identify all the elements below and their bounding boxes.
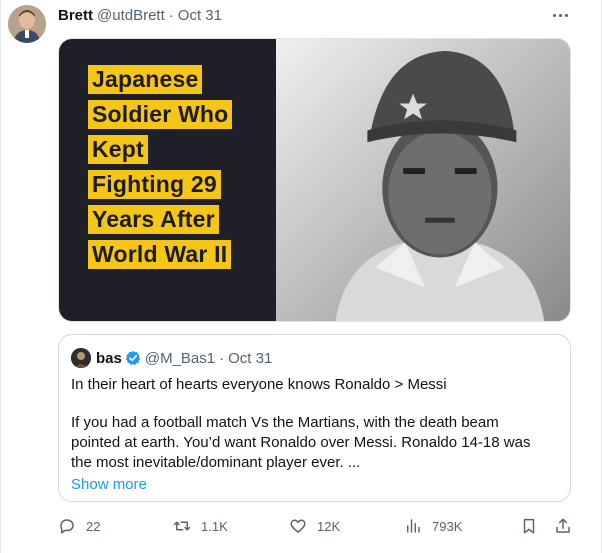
repost-icon — [173, 521, 191, 531]
reply-button[interactable]: 22 — [58, 514, 100, 538]
reply-count: 22 — [86, 518, 101, 534]
views-chart-icon — [407, 519, 420, 533]
author-avatar[interactable] — [8, 5, 46, 43]
like-count: 12K — [317, 518, 341, 534]
headline-line: Fighting 29 — [88, 170, 221, 199]
headline-line: Soldier Who — [88, 100, 233, 129]
headline-line: Japanese — [88, 65, 203, 94]
quote-author-avatar[interactable] — [71, 348, 91, 368]
share-icon — [556, 518, 570, 533]
tweet-date[interactable]: Oct 31 — [178, 7, 222, 24]
soldier-portrait-photo — [276, 39, 570, 321]
headline-line: Kept — [88, 135, 148, 164]
repost-count: 1.1K — [201, 518, 228, 534]
repost-button[interactable]: 1.1K — [173, 514, 228, 538]
quote-date[interactable]: Oct 31 — [228, 350, 272, 367]
quote-paragraph: If you had a football match Vs the Marti… — [71, 414, 531, 471]
headline-line: Years After — [88, 205, 219, 234]
quoted-tweet[interactable]: bas @M_Bas1 · Oct 31 In their heart of h… — [58, 334, 571, 502]
media-headline-panel: Japanese Soldier Who Kept Fighting 29 Ye… — [59, 39, 276, 321]
bookmark-icon — [523, 518, 535, 534]
tweet-card: Brett @utdBrett · Oct 31 Japanese Soldie… — [0, 0, 602, 553]
author-handle[interactable]: @utdBrett — [97, 7, 165, 24]
views-button[interactable]: 793K — [404, 514, 462, 538]
views-count: 793K — [432, 518, 463, 534]
header-separator: · — [168, 6, 174, 24]
tweet-media-image[interactable]: Japanese Soldier Who Kept Fighting 29 Ye… — [58, 38, 571, 322]
tweet-actions-bar: 22 1.1K 12K 793K — [58, 514, 578, 538]
quote-author-handle[interactable]: @M_Bas1 — [145, 350, 215, 367]
heart-icon — [290, 519, 306, 533]
share-button[interactable] — [554, 514, 572, 538]
headline-line: World War II — [88, 240, 232, 269]
more-icon[interactable] — [549, 6, 571, 24]
author-name[interactable]: Brett — [58, 7, 93, 24]
tweet-header: Brett @utdBrett · Oct 31 — [58, 4, 222, 26]
like-button[interactable]: 12K — [289, 514, 340, 538]
reply-icon — [60, 519, 74, 534]
quote-header-separator: · — [219, 349, 225, 367]
show-more-link[interactable]: Show more — [71, 475, 558, 495]
quote-body: In their heart of hearts everyone knows … — [71, 375, 558, 495]
quote-header: bas @M_Bas1 · Oct 31 — [71, 347, 558, 369]
bookmark-button[interactable] — [520, 514, 538, 538]
verified-badge-icon — [125, 350, 141, 366]
quote-first-line: In their heart of hearts everyone knows … — [71, 376, 447, 393]
quote-author-name[interactable]: bas — [96, 350, 122, 367]
